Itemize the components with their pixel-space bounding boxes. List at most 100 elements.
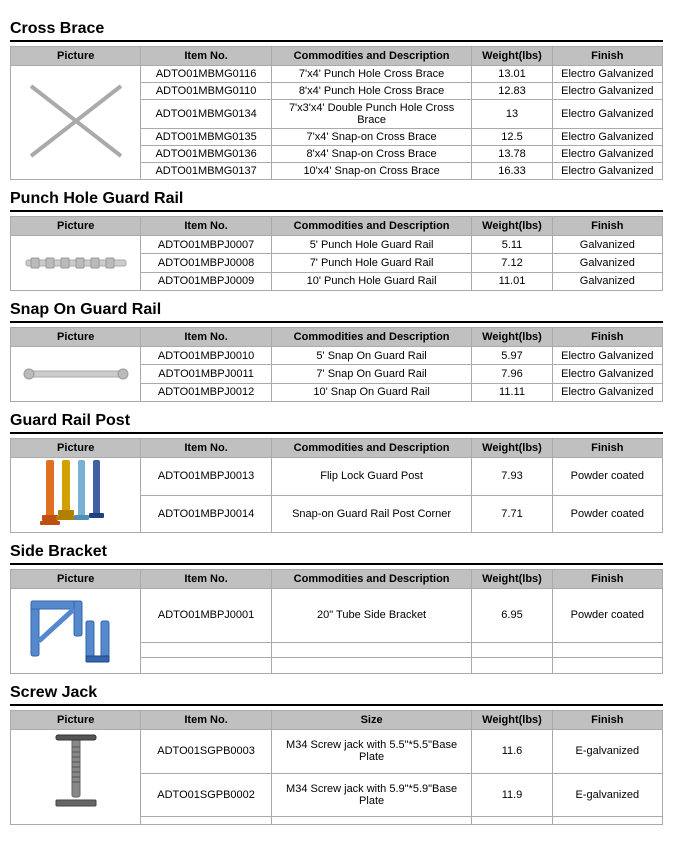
item-desc <box>271 817 472 825</box>
side-bracket-title: Side Bracket <box>10 543 663 565</box>
item-desc: 5' Snap On Guard Rail <box>271 347 472 365</box>
item-weight <box>472 658 552 674</box>
item-finish: Galvanized <box>552 254 662 272</box>
guard-rail-post-title: Guard Rail Post <box>10 412 663 434</box>
item-desc <box>271 658 472 674</box>
item-weight: 7.96 <box>472 365 552 383</box>
snap-on-guard-rail-title: Snap On Guard Rail <box>10 301 663 323</box>
screw-jack-table: Picture Item No. Size Weight(lbs) Finish <box>10 710 663 825</box>
item-finish: Electro Galvanized <box>552 383 662 401</box>
item-no: ADTO01MBPJ0013 <box>141 458 271 496</box>
cross-brace-section: Cross Brace Picture Item No. Commodities… <box>10 20 663 180</box>
item-desc: M34 Screw jack with 5.5"*5.5"Base Plate <box>271 730 472 774</box>
item-finish: Electro Galvanized <box>552 129 662 146</box>
snap-on-guard-rail-section: Snap On Guard Rail Picture Item No. Comm… <box>10 301 663 402</box>
item-desc: 8'x4' Snap-on Cross Brace <box>271 146 472 163</box>
item-weight: 5.97 <box>472 347 552 365</box>
item-finish: Electro Galvanized <box>552 365 662 383</box>
item-finish: Galvanized <box>552 272 662 290</box>
item-no <box>141 642 271 658</box>
item-desc: M34 Screw jack with 5.9"*5.9"Base Plate <box>271 773 472 817</box>
item-no: ADTO01MBMG0116 <box>141 66 271 83</box>
col-picture: Picture <box>11 328 141 347</box>
col-picture: Picture <box>11 570 141 589</box>
item-finish: Powder coated <box>552 589 662 643</box>
col-commodities: Commodities and Description <box>271 570 472 589</box>
col-item-no: Item No. <box>141 328 271 347</box>
item-no: ADTO01MBPJ0009 <box>141 272 271 290</box>
item-desc: 10'x4' Snap-on Cross Brace <box>271 163 472 180</box>
side-bracket-section: Side Bracket Picture Item No. Commoditie… <box>10 543 663 674</box>
item-weight: 7.93 <box>472 458 552 496</box>
col-item-no: Item No. <box>141 439 271 458</box>
punch-hole-guard-rail-title: Punch Hole Guard Rail <box>10 190 663 212</box>
col-weight: Weight(lbs) <box>472 47 552 66</box>
cross-brace-table: Picture Item No. Commodities and Descrip… <box>10 46 663 180</box>
item-weight: 7.71 <box>472 495 552 533</box>
item-no: ADTO01MBPJ0012 <box>141 383 271 401</box>
item-weight: 12.5 <box>472 129 552 146</box>
screw-jack-section: Screw Jack Picture Item No. Size Weight(… <box>10 684 663 825</box>
item-desc: 7'x4' Snap-on Cross Brace <box>271 129 472 146</box>
table-row: ADTO01MBPJ0010 5' Snap On Guard Rail 5.9… <box>11 347 663 365</box>
item-weight: 13 <box>472 100 552 129</box>
item-weight: 6.95 <box>472 589 552 643</box>
guard-rail-post-table: Picture Item No. Commodities and Descrip… <box>10 438 663 533</box>
item-weight: 11.11 <box>472 383 552 401</box>
col-weight: Weight(lbs) <box>472 439 552 458</box>
col-finish: Finish <box>552 711 662 730</box>
cross-brace-image <box>11 66 141 180</box>
col-size: Size <box>271 711 472 730</box>
col-picture: Picture <box>11 711 141 730</box>
item-weight: 5.11 <box>472 236 552 254</box>
item-finish: Electro Galvanized <box>552 347 662 365</box>
item-no: ADTO01SGPB0002 <box>141 773 271 817</box>
col-finish: Finish <box>552 570 662 589</box>
col-finish: Finish <box>552 217 662 236</box>
item-desc: Flip Lock Guard Post <box>271 458 472 496</box>
item-finish <box>552 658 662 674</box>
item-no: ADTO01MBMG0134 <box>141 100 271 129</box>
item-finish: Electro Galvanized <box>552 100 662 129</box>
item-finish: Powder coated <box>552 458 662 496</box>
col-item-no: Item No. <box>141 711 271 730</box>
table-row: ADTO01MBPJ0007 5' Punch Hole Guard Rail … <box>11 236 663 254</box>
col-commodities: Commodities and Description <box>271 47 472 66</box>
screw-jack-title: Screw Jack <box>10 684 663 706</box>
item-finish: Electro Galvanized <box>552 83 662 100</box>
item-weight <box>472 817 552 825</box>
col-weight: Weight(lbs) <box>472 328 552 347</box>
item-finish: E-galvanized <box>552 730 662 774</box>
item-desc: 7'x4' Punch Hole Cross Brace <box>271 66 472 83</box>
guard-rail-post-image <box>11 458 141 533</box>
col-weight: Weight(lbs) <box>472 711 552 730</box>
item-weight: 11.9 <box>472 773 552 817</box>
item-finish: Galvanized <box>552 236 662 254</box>
side-bracket-image <box>11 589 141 674</box>
col-item-no: Item No. <box>141 47 271 66</box>
col-picture: Picture <box>11 47 141 66</box>
item-desc: 10' Snap On Guard Rail <box>271 383 472 401</box>
table-row: ADTO01MBPJ0001 20" Tube Side Bracket 6.9… <box>11 589 663 643</box>
item-no: ADTO01MBMG0135 <box>141 129 271 146</box>
item-desc: 10' Punch Hole Guard Rail <box>271 272 472 290</box>
col-item-no: Item No. <box>141 570 271 589</box>
col-picture: Picture <box>11 217 141 236</box>
table-row: ADTO01MBMG0116 7'x4' Punch Hole Cross Br… <box>11 66 663 83</box>
item-no: ADTO01MBMG0110 <box>141 83 271 100</box>
item-no: ADTO01MBPJ0008 <box>141 254 271 272</box>
col-item-no: Item No. <box>141 217 271 236</box>
snap-on-guard-rail-table: Picture Item No. Commodities and Descrip… <box>10 327 663 402</box>
item-weight: 13.01 <box>472 66 552 83</box>
item-desc: 7' Snap On Guard Rail <box>271 365 472 383</box>
item-no: ADTO01MBPJ0007 <box>141 236 271 254</box>
table-row: ADTO01MBPJ0013 Flip Lock Guard Post 7.93… <box>11 458 663 496</box>
col-commodities: Commodities and Description <box>271 328 472 347</box>
guard-rail-post-section: Guard Rail Post Picture Item No. Commodi… <box>10 412 663 533</box>
item-no: ADTO01MBMG0137 <box>141 163 271 180</box>
col-weight: Weight(lbs) <box>472 570 552 589</box>
table-row: ADTO01SGPB0003 M34 Screw jack with 5.5"*… <box>11 730 663 774</box>
item-no: ADTO01MBPJ0010 <box>141 347 271 365</box>
item-desc: 7' Punch Hole Guard Rail <box>271 254 472 272</box>
item-finish: Electro Galvanized <box>552 66 662 83</box>
